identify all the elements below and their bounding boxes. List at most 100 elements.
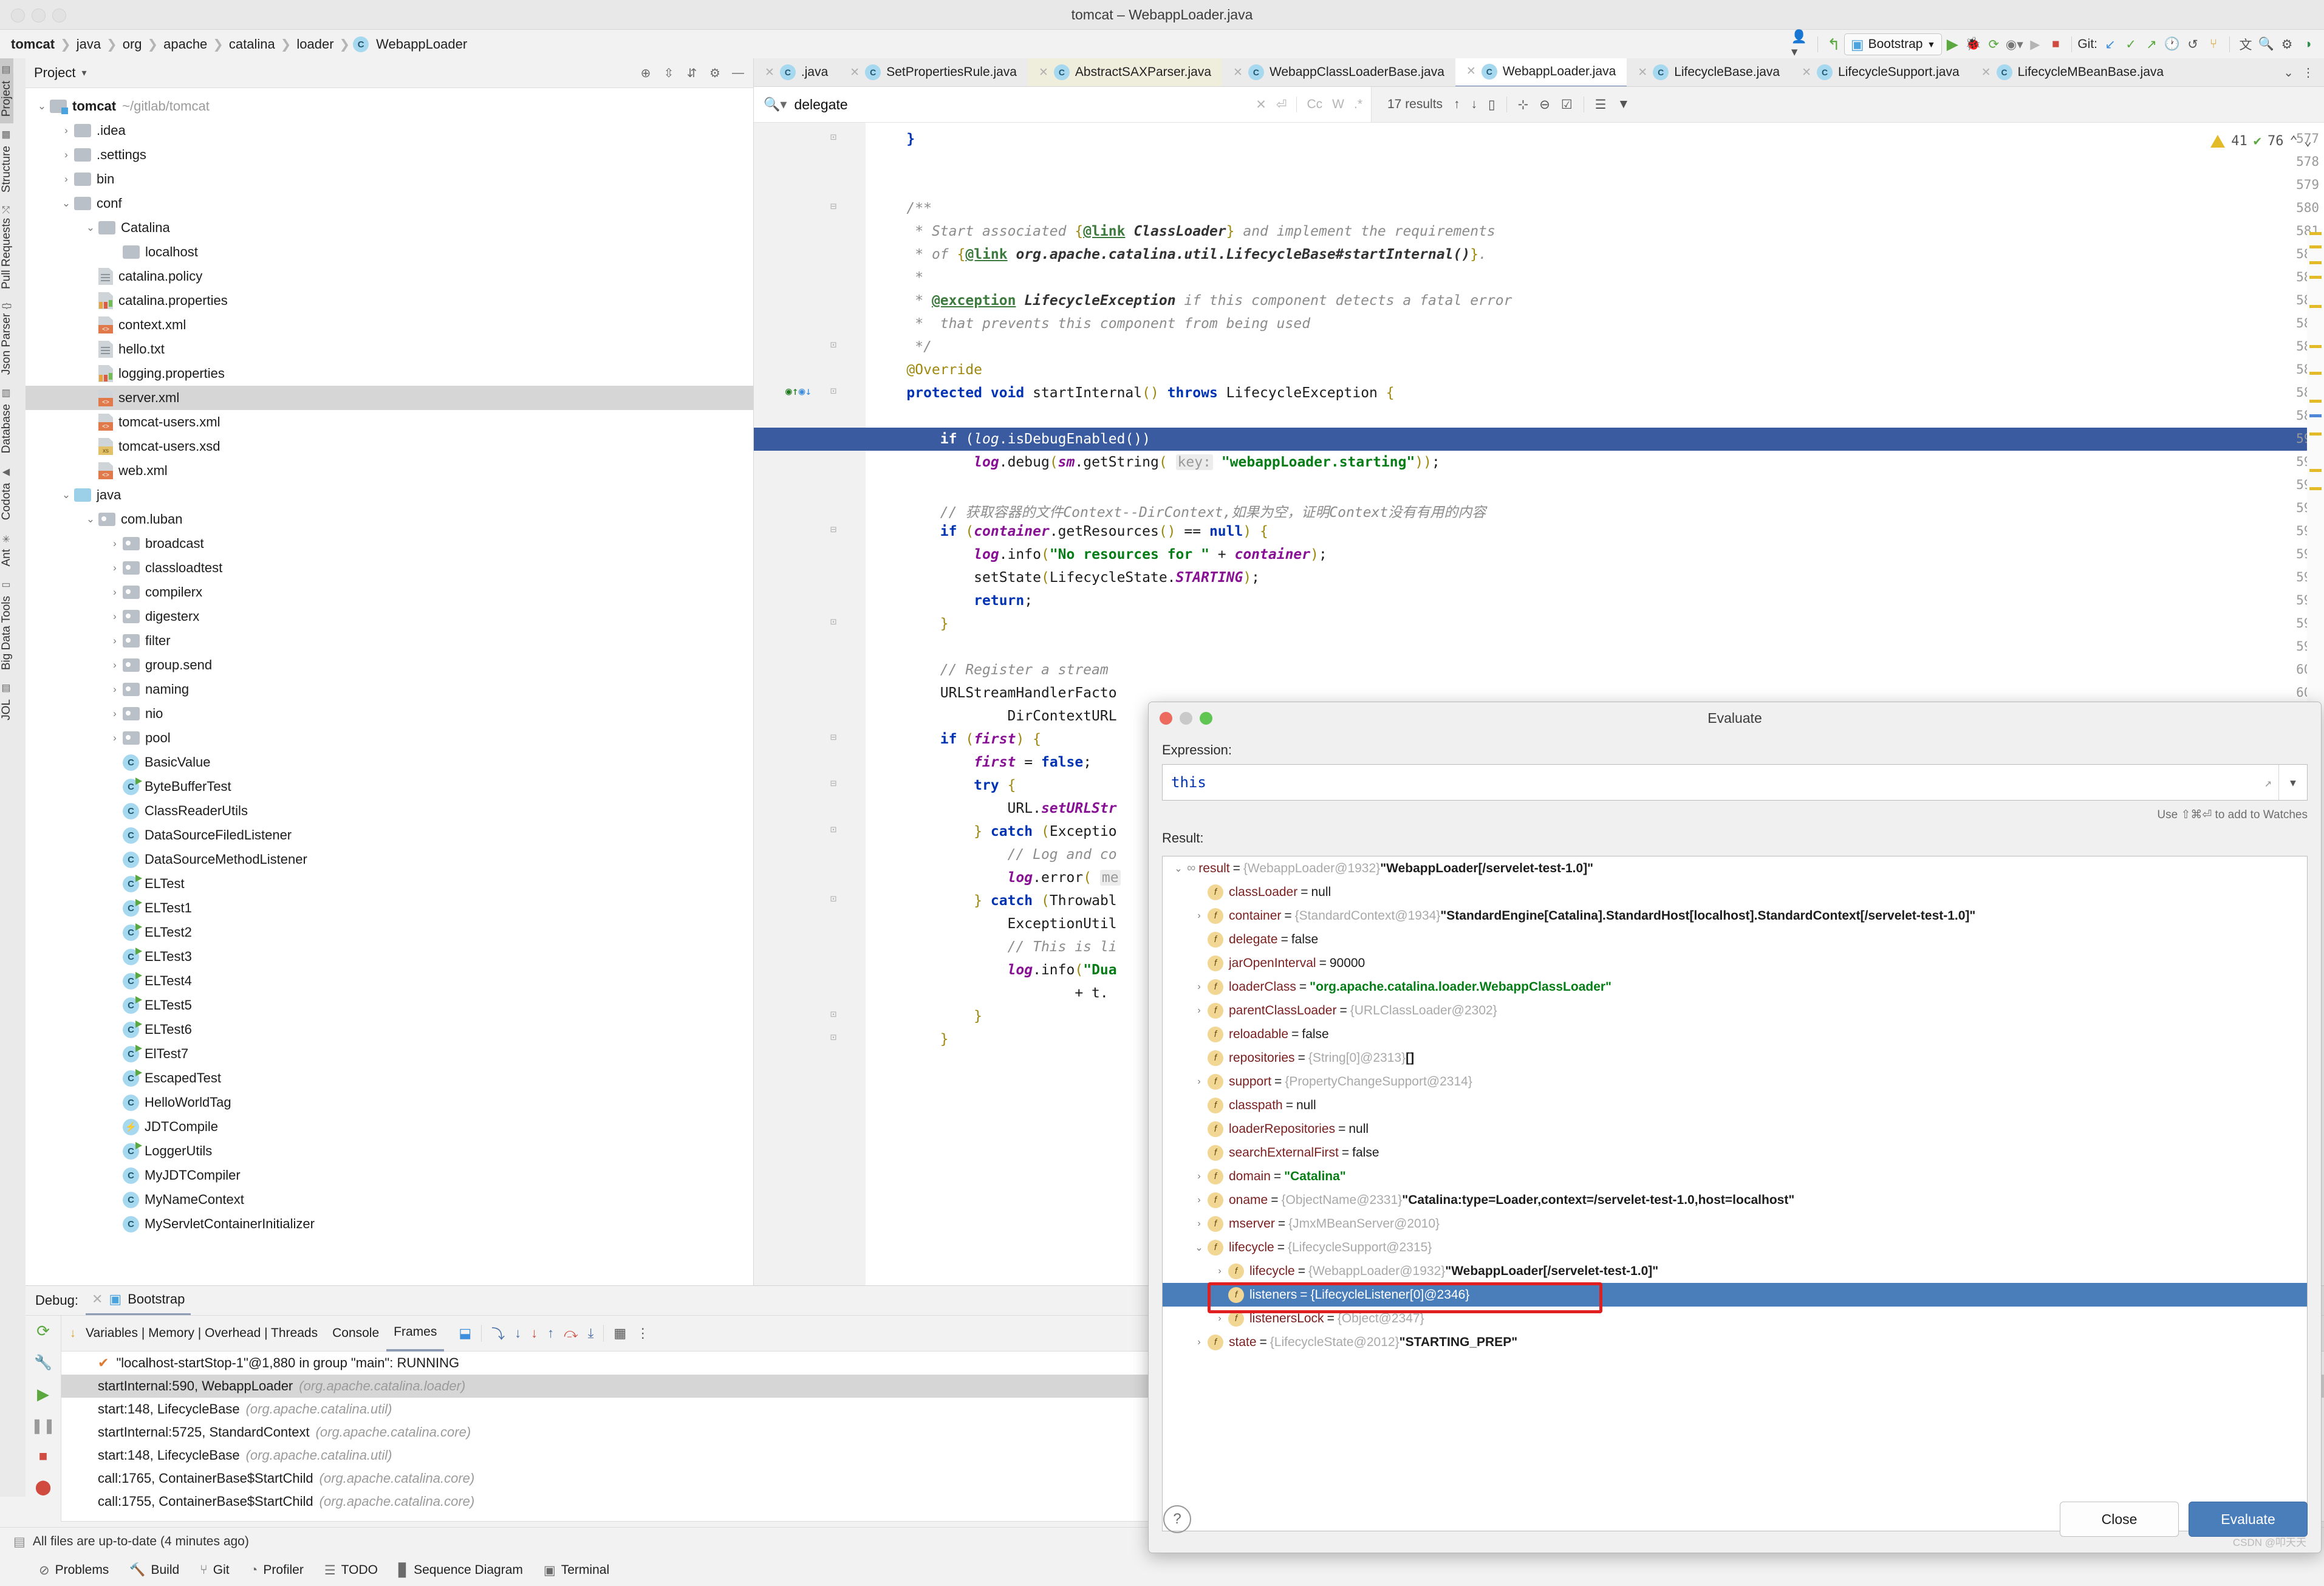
close-icon[interactable]: ✕ xyxy=(1981,66,1991,80)
remove-line-icon[interactable]: ⊖ xyxy=(1539,97,1550,112)
project-tree-item[interactable]: ·CClassReaderUtils xyxy=(26,799,753,823)
chevron-right-icon[interactable]: › xyxy=(107,708,123,720)
hide-icon[interactable]: — xyxy=(728,63,748,83)
project-tree-item[interactable]: ·CELTest1 xyxy=(26,896,753,920)
breadcrumb-item-1[interactable]: java xyxy=(74,36,103,52)
project-tree-item[interactable]: ›group.send xyxy=(26,653,753,677)
chevron-right-icon[interactable]: › xyxy=(107,538,123,550)
result-tree-row[interactable]: flisteners={LifecycleListener[0]@2346} xyxy=(1163,1283,2307,1307)
help-icon[interactable]: ? xyxy=(1163,1505,1191,1533)
step-out-icon[interactable]: ↑ xyxy=(547,1325,554,1341)
evaluate-expression-icon[interactable]: ▦ xyxy=(613,1325,626,1341)
code-line[interactable]: * of {@link org.apache.catalina.util.Lif… xyxy=(873,247,1487,262)
editor-tab[interactable]: ✕CLifecycleMBeanBase.java xyxy=(1970,58,2175,86)
chevron-right-icon[interactable]: › xyxy=(107,562,123,574)
code-line[interactable]: if (first) { xyxy=(873,731,1041,747)
close-icon[interactable]: ✕ xyxy=(850,66,860,80)
left-tool-tab-codota[interactable]: Codota▶ xyxy=(0,460,13,527)
left-tool-tab-project[interactable]: Project▤ xyxy=(0,58,13,123)
minimize-button[interactable] xyxy=(1180,712,1192,725)
code-line[interactable]: log.info("Dua xyxy=(873,962,1117,978)
select-lines-icon[interactable]: ☑ xyxy=(1561,97,1573,112)
result-tree-row[interactable]: fsearchExternalFirst=false xyxy=(1163,1141,2307,1164)
editor-tab[interactable]: ✕CWebappLoader.java xyxy=(1455,58,1627,87)
chevron-down-icon[interactable]: ⌄ xyxy=(1191,1242,1208,1254)
method-markers[interactable]: ◉↑◉↓ xyxy=(785,385,812,398)
result-tree-row[interactable]: floaderRepositories=null xyxy=(1163,1117,2307,1141)
show-execution-point-icon[interactable]: ⬓ xyxy=(459,1325,471,1341)
add-line-icon[interactable]: ⊹ xyxy=(1518,97,1529,112)
project-tree-item[interactable]: ›filter xyxy=(26,629,753,653)
editor-tab[interactable]: ✕CSetPropertiesRule.java xyxy=(839,58,1028,86)
result-tree-row[interactable]: ›fcontainer={StandardContext@1934} "Stan… xyxy=(1163,904,2307,928)
fold-marker-icon[interactable]: ⊡ xyxy=(830,1031,836,1044)
tool-window-button-terminal[interactable]: ▣Terminal xyxy=(544,1563,609,1578)
code-line[interactable]: } catch (Exceptio xyxy=(873,824,1117,839)
project-tree-item[interactable]: ·CELTest5 xyxy=(26,993,753,1017)
project-tree-item[interactable]: ·CELTest4 xyxy=(26,969,753,993)
chevron-right-icon[interactable]: › xyxy=(58,125,74,137)
breadcrumb-item-4[interactable]: catalina xyxy=(227,36,278,52)
chevron-down-icon[interactable]: ⌄ xyxy=(83,513,98,525)
pause-icon[interactable]: ❚❚ xyxy=(31,1417,55,1435)
fold-marker-icon[interactable]: ⊡ xyxy=(830,385,836,397)
force-step-into-icon[interactable]: ↓ xyxy=(531,1325,538,1341)
chevron-down-icon[interactable]: ▾ xyxy=(75,67,86,79)
project-tree-item[interactable]: ·<>web.xml xyxy=(26,459,753,483)
translate-icon[interactable]: 文 xyxy=(2235,34,2256,55)
project-tree-item[interactable]: ›digesterx xyxy=(26,604,753,629)
project-tree-item[interactable]: ›broadcast xyxy=(26,532,753,556)
chevron-right-icon[interactable]: › xyxy=(107,659,123,671)
search-input[interactable]: delegate xyxy=(794,97,1248,113)
left-tool-tab-ant[interactable]: Ant✳ xyxy=(0,527,13,573)
code-line[interactable]: log.error( me xyxy=(873,870,1121,886)
prev-match-icon[interactable]: ↑ xyxy=(1454,97,1460,112)
breadcrumb-item-class[interactable]: WebappLoader xyxy=(374,36,470,52)
run-configuration-selector[interactable]: ▣ Bootstrap ▼ xyxy=(1844,33,1942,55)
chevron-down-icon[interactable]: ⌄ xyxy=(83,222,98,234)
code-line[interactable]: */ xyxy=(873,339,932,355)
tool-window-button-git[interactable]: ⑂Git xyxy=(200,1563,229,1577)
update-project-icon[interactable]: ↙ xyxy=(2100,34,2121,55)
tool-window-button-todo[interactable]: ☰TODO xyxy=(324,1563,378,1578)
project-tree-item[interactable]: ·CMyJDTCompiler xyxy=(26,1163,753,1188)
gear-icon[interactable]: ⚙ xyxy=(705,63,725,83)
project-tree-item[interactable]: ·logging.properties xyxy=(26,361,753,386)
left-tool-tab-big-data-tools[interactable]: Big Data Tools▭ xyxy=(0,573,13,677)
close-icon[interactable]: ✕ xyxy=(1466,64,1476,78)
clear-search-icon[interactable]: ✕ xyxy=(1256,97,1266,112)
dialog-window-controls[interactable] xyxy=(1160,712,1212,725)
code-line[interactable]: * @exception LifecycleException if this … xyxy=(873,293,1512,309)
debug-session-tab[interactable]: ✕ ▣ Bootstrap xyxy=(86,1285,191,1316)
code-line[interactable]: ExceptionUtil xyxy=(873,916,1117,932)
code-line[interactable]: * Start associated {@link ClassLoader} a… xyxy=(873,224,1495,239)
project-tree-item[interactable]: ›.settings xyxy=(26,143,753,167)
fold-marker-icon[interactable]: ⊟ xyxy=(830,200,836,213)
result-tree-row[interactable]: fclasspath=null xyxy=(1163,1093,2307,1117)
project-tree-item[interactable]: ·catalina.policy xyxy=(26,264,753,289)
editor-tab[interactable]: ✕CLifecycleSupport.java xyxy=(1791,58,1970,86)
project-tree-item[interactable]: ·CMyNameContext xyxy=(26,1188,753,1212)
code-line[interactable]: } xyxy=(873,1008,982,1024)
rerun-icon[interactable]: ⟳ xyxy=(1983,34,2004,55)
close-icon[interactable]: ✕ xyxy=(765,66,774,80)
project-tree-item[interactable]: ·localhost xyxy=(26,240,753,264)
project-tree-item[interactable]: ·CByteBufferTest xyxy=(26,774,753,799)
code-line[interactable]: // Register a stream xyxy=(873,662,1109,678)
project-tree-item[interactable]: ·<>context.xml xyxy=(26,313,753,337)
fold-marker-icon[interactable]: ⊡ xyxy=(830,893,836,905)
regex-icon[interactable]: .* xyxy=(1354,97,1362,112)
code-line[interactable]: + t. xyxy=(873,985,1109,1001)
chevron-down-icon[interactable]: ⌄ xyxy=(2304,134,2312,149)
match-case-icon[interactable]: Cc xyxy=(1307,97,1322,112)
result-tree-row[interactable]: ⌄∞result={WebappLoader@1932} "WebappLoad… xyxy=(1163,856,2307,880)
resume-icon[interactable]: ▶ xyxy=(37,1385,49,1404)
project-tree-item[interactable]: ⌄Catalina xyxy=(26,216,753,240)
chevron-right-icon[interactable]: › xyxy=(107,610,123,623)
chevron-right-icon[interactable]: › xyxy=(1191,1337,1208,1348)
project-tree-item[interactable]: ⌄java xyxy=(26,483,753,507)
breadcrumb-item-0[interactable]: tomcat xyxy=(9,36,57,52)
editor-tab[interactable]: ✕C.java xyxy=(754,58,839,86)
fold-marker-icon[interactable]: ⊡ xyxy=(830,1008,836,1020)
evaluate-button[interactable]: Evaluate xyxy=(2189,1502,2308,1537)
